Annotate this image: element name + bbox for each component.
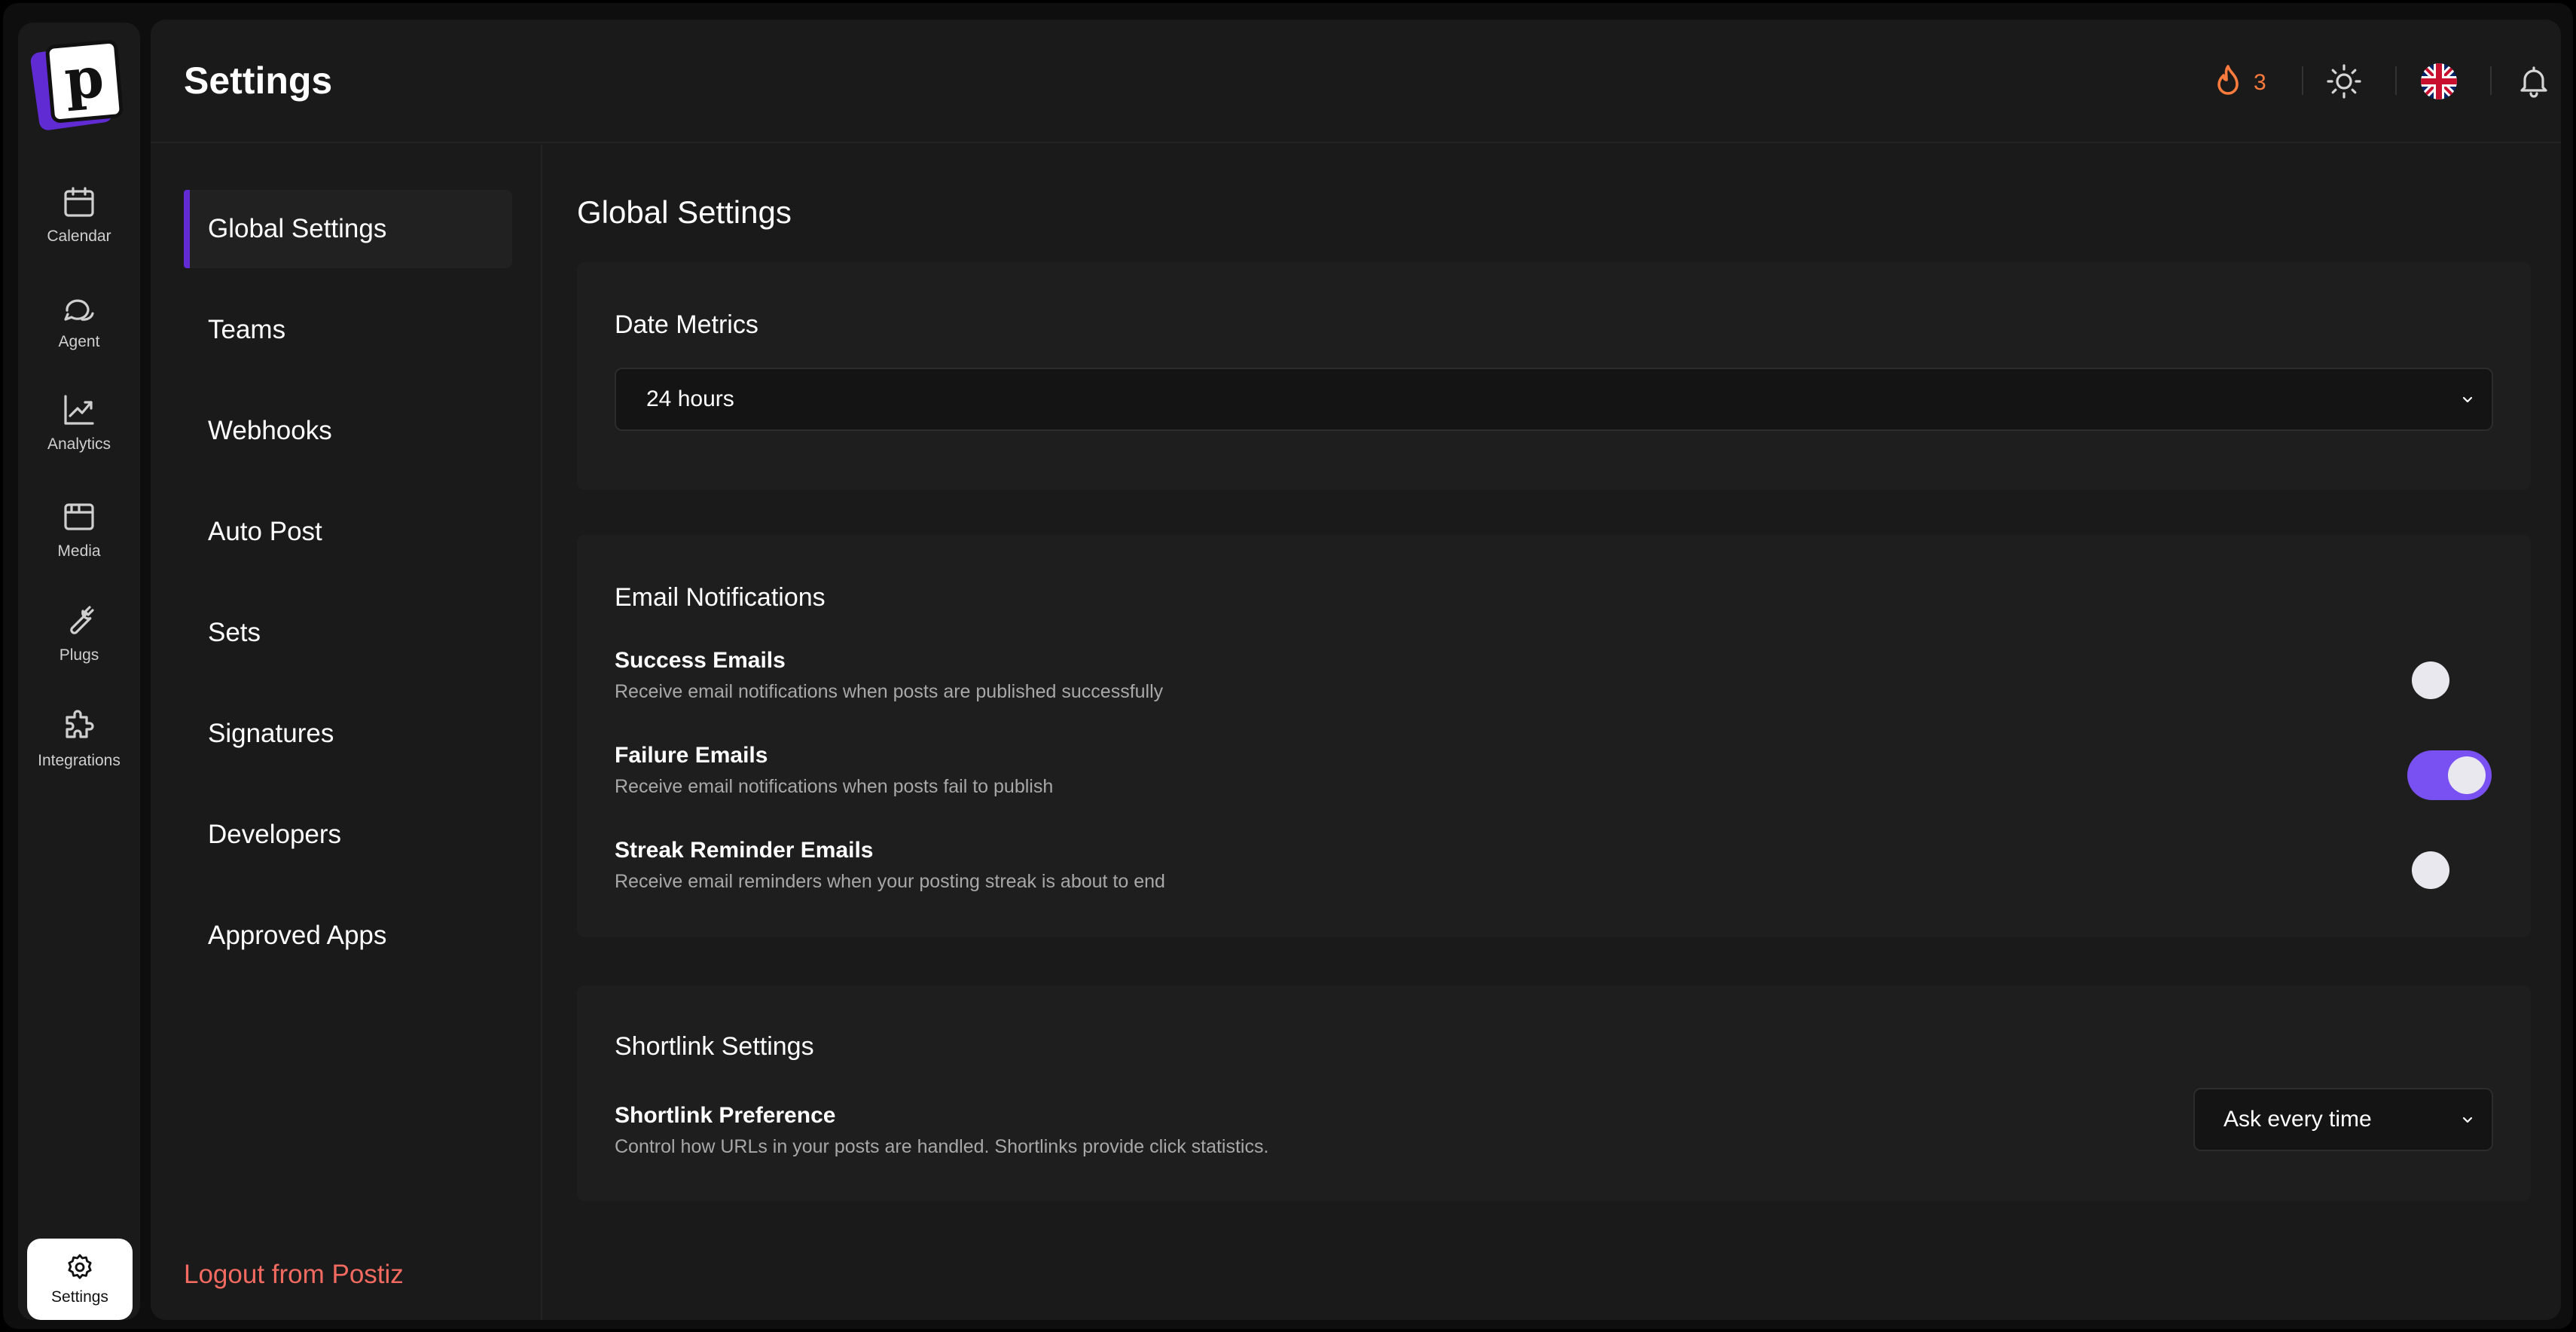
rail-label: Media: [57, 542, 101, 560]
rail-item-media[interactable]: Media: [18, 488, 140, 571]
logo-letter: p: [62, 44, 107, 114]
rail-label: Settings: [51, 1288, 108, 1306]
sidebar-item-teams[interactable]: Teams: [184, 291, 512, 369]
streak-reminder-emails-row: Streak Reminder Emails Receive email rem…: [615, 838, 2493, 901]
email-notifications-card: Email Notifications Success Emails Recei…: [577, 535, 2531, 937]
streak-count: 3: [2254, 70, 2266, 95]
icon-rail: p Calendar Agent Analytics Media Plugs I…: [18, 23, 140, 1320]
postiz-logo[interactable]: p: [29, 38, 125, 136]
chart-icon: [64, 395, 94, 425]
streak-indicator[interactable]: 3: [2210, 63, 2266, 102]
top-actions: 3: [2139, 20, 2561, 143]
sidebar-item-signatures[interactable]: Signatures: [184, 695, 512, 773]
sidebar-item-auto-post[interactable]: Auto Post: [184, 493, 512, 571]
sidebar-item-approved-apps[interactable]: Approved Apps: [184, 897, 512, 975]
page-title: Settings: [184, 60, 333, 102]
uk-flag-icon[interactable]: [2421, 63, 2457, 99]
top-bar: Settings 3: [151, 20, 2561, 143]
row-description: Receive email notifications when posts a…: [615, 681, 1164, 702]
date-metrics-select[interactable]: 24 hours: [615, 368, 2493, 431]
row-description: Receive email notifications when posts f…: [615, 776, 1054, 797]
failure-emails-row: Failure Emails Receive email notificatio…: [615, 743, 2493, 806]
chevron-down-icon: [2462, 1117, 2473, 1123]
shortlink-preference-row: Shortlink Preference Control how URLs in…: [615, 1088, 2493, 1166]
rail-label: Plugs: [59, 646, 99, 664]
divider: [2302, 66, 2303, 95]
bell-icon[interactable]: [2516, 63, 2552, 99]
success-emails-toggle[interactable]: [2407, 655, 2492, 705]
divider: [2395, 66, 2397, 95]
sidebar-item-sets[interactable]: Sets: [184, 594, 512, 672]
rail-item-analytics[interactable]: Analytics: [18, 381, 140, 464]
sun-icon[interactable]: [2326, 63, 2362, 99]
puzzle-icon: [66, 710, 94, 738]
select-value: 24 hours: [646, 386, 734, 411]
rail-item-settings[interactable]: Settings: [27, 1239, 133, 1320]
failure-emails-toggle[interactable]: [2407, 750, 2492, 800]
calendar-icon: [64, 187, 94, 217]
row-title: Streak Reminder Emails: [615, 838, 874, 863]
streak-reminder-emails-toggle[interactable]: [2407, 845, 2492, 895]
select-value: Ask every time: [2223, 1107, 2372, 1132]
divider: [2490, 66, 2492, 95]
sidebar-item-global-settings[interactable]: Global Settings: [184, 190, 512, 268]
gear-icon: [68, 1254, 92, 1279]
content-title: Global Settings: [577, 194, 792, 230]
rail-item-agent[interactable]: Agent: [18, 279, 140, 362]
shortlink-preference-select[interactable]: Ask every time: [2193, 1088, 2493, 1151]
chevron-down-icon: [2462, 396, 2473, 403]
toggle-knob: [2412, 661, 2449, 699]
rail-label: Calendar: [47, 228, 111, 245]
logo-front: p: [44, 39, 124, 124]
toggle-knob: [2412, 851, 2449, 889]
main-panel: Settings 3 Global Settings Teams Webhook…: [151, 20, 2561, 1320]
rail-item-calendar[interactable]: Calendar: [18, 173, 140, 256]
date-metrics-card: Date Metrics 24 hours: [577, 262, 2531, 490]
flame-icon: [2217, 65, 2239, 95]
card-title: Email Notifications: [615, 583, 826, 612]
settings-sidebar: Global Settings Teams Webhooks Auto Post…: [151, 145, 542, 1320]
card-title: Date Metrics: [615, 310, 758, 339]
toggle-knob: [2448, 756, 2486, 794]
row-description: Receive email reminders when your postin…: [615, 871, 1165, 892]
row-title: Success Emails: [615, 648, 786, 673]
rail-label: Integrations: [38, 752, 121, 769]
app-window: p Calendar Agent Analytics Media Plugs I…: [3, 3, 2573, 1329]
shortlink-settings-card: Shortlink Settings Shortlink Preference …: [577, 985, 2531, 1201]
sidebar-item-webhooks[interactable]: Webhooks: [184, 392, 512, 470]
success-emails-row: Success Emails Receive email notificatio…: [615, 648, 2493, 711]
rail-label: Analytics: [47, 435, 111, 453]
rail-item-plugs[interactable]: Plugs: [18, 592, 140, 675]
logout-link[interactable]: Logout from Postiz: [184, 1260, 404, 1290]
rail-label: Agent: [58, 333, 100, 350]
wrench-icon: [70, 606, 94, 634]
media-icon: [64, 503, 94, 530]
sidebar-item-developers[interactable]: Developers: [184, 796, 512, 874]
rail-item-integrations[interactable]: Integrations: [18, 698, 140, 781]
card-title: Shortlink Settings: [615, 1032, 814, 1061]
row-title: Failure Emails: [615, 743, 768, 768]
chat-icon: [64, 299, 94, 321]
